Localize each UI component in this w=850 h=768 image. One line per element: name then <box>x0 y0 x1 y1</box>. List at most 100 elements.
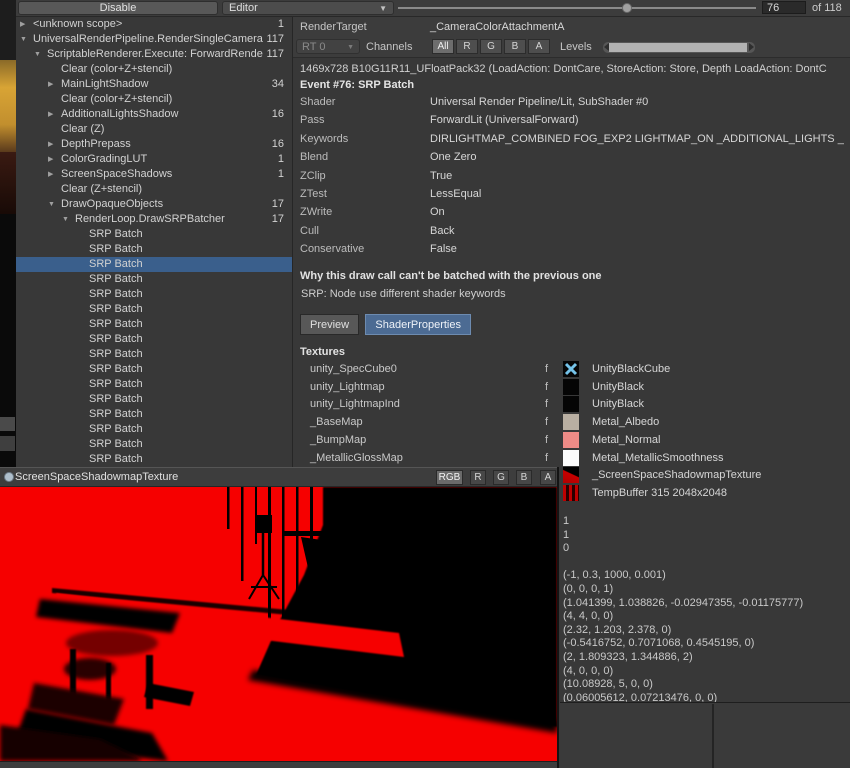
tree-row[interactable]: SRP Batch <box>16 437 292 452</box>
expand-arrow-icon[interactable]: ▶ <box>48 137 53 152</box>
frame-slider-handle[interactable] <box>622 3 632 13</box>
tree-row[interactable]: ▶MainLightShadow34 <box>16 77 292 92</box>
detail-value: Back <box>430 225 850 237</box>
tree-row[interactable]: SRP Batch <box>16 332 292 347</box>
tree-row[interactable]: Clear (Z) <box>16 122 292 137</box>
texture-thumbnail-white-icon[interactable] <box>563 450 579 466</box>
texture-preview-window: ScreenSpaceShadowmapTexture RGBRGBA <box>0 467 559 768</box>
tree-row[interactable]: ▶<unknown scope>1 <box>16 17 292 32</box>
tree-row[interactable]: SRP Batch <box>16 452 292 467</box>
collapse-arrow-icon[interactable]: ▼ <box>20 32 27 47</box>
tree-row[interactable]: SRP Batch <box>16 302 292 317</box>
tree-row[interactable]: SRP Batch <box>16 317 292 332</box>
tree-row-label: DrawOpaqueObjects <box>61 197 266 212</box>
texture-row[interactable]: unity_LightmapIndfUnityBlack <box>293 396 850 413</box>
detail-key: Shader <box>300 96 335 108</box>
channels-row: RT 0 ▼ Channels AllRGBA Levels <box>293 37 850 58</box>
frame-slider-track <box>398 7 756 9</box>
tree-row-label: SRP Batch <box>89 302 266 317</box>
tree-row[interactable]: ▶DepthPrepass16 <box>16 137 292 152</box>
preview-channel-button-a[interactable]: A <box>540 470 556 485</box>
rt-index-dropdown[interactable]: RT 0 ▼ <box>296 39 360 54</box>
channel-button-g[interactable]: G <box>480 39 502 54</box>
disable-button[interactable]: Disable <box>18 1 218 15</box>
tree-row-label: SRP Batch <box>89 257 266 272</box>
texture-thumbnail-tempbuffer-icon[interactable] <box>563 485 579 501</box>
tree-row[interactable]: ▼UniversalRenderPipeline.RenderSingleCam… <box>16 32 292 47</box>
texture-property-name: unity_Lightmap <box>310 381 385 393</box>
tree-row[interactable]: SRP Batch <box>16 362 292 377</box>
tree-row-label: SRP Batch <box>89 287 266 302</box>
tree-row-label: DepthPrepass <box>61 137 266 152</box>
texture-thumbnail-albedo-icon[interactable] <box>563 414 579 430</box>
frame-number-input[interactable]: 76 <box>762 1 806 14</box>
collapse-arrow-icon[interactable]: ▼ <box>48 197 55 212</box>
tree-row[interactable]: ▼DrawOpaqueObjects17 <box>16 197 292 212</box>
frame-slider[interactable] <box>398 0 758 16</box>
preview-channel-button-r[interactable]: R <box>470 470 486 485</box>
tree-row-label: SRP Batch <box>89 332 266 347</box>
tree-row[interactable]: ▶AdditionalLightsShadow16 <box>16 107 292 122</box>
tree-row[interactable]: SRP Batch <box>16 287 292 302</box>
expand-arrow-icon[interactable]: ▶ <box>20 17 25 32</box>
expand-arrow-icon[interactable]: ▶ <box>48 107 53 122</box>
tree-row-count: 1 <box>278 152 284 167</box>
tree-row[interactable]: ▶ColorGradingLUT1 <box>16 152 292 167</box>
tree-row[interactable]: ▶ScreenSpaceShadows1 <box>16 167 292 182</box>
texture-row[interactable]: _BaseMapfMetal_Albedo <box>293 414 850 431</box>
preview-titlebar[interactable]: ScreenSpaceShadowmapTexture RGBRGBA <box>0 467 557 487</box>
detail-row: ConservativeFalse <box>293 243 850 261</box>
tree-row[interactable]: SRP Batch <box>16 347 292 362</box>
texture-row[interactable]: _MetallicGlossMapfMetal_MetallicSmoothne… <box>293 450 850 467</box>
levels-slider-right-cap[interactable] <box>749 43 754 51</box>
expand-arrow-icon[interactable]: ▶ <box>48 167 53 182</box>
backdrop-yellow <box>0 60 16 152</box>
texture-thumbnail-black-icon[interactable] <box>563 396 579 412</box>
texture-row[interactable]: _BumpMapfMetal_Normal <box>293 432 850 449</box>
detail-key: Pass <box>300 114 324 126</box>
tree-row[interactable]: SRP Batch <box>16 272 292 287</box>
expand-arrow-icon[interactable]: ▶ <box>48 77 53 92</box>
texture-asset-name: UnityBlack <box>592 398 644 410</box>
preview-channel-button-g[interactable]: G <box>493 470 509 485</box>
tree-row[interactable]: ▼RenderLoop.DrawSRPBatcher17 <box>16 212 292 227</box>
levels-minmax-slider[interactable] <box>603 42 755 53</box>
texture-thumbnail-normal-icon[interactable] <box>563 432 579 448</box>
texture-row[interactable]: unity_SpecCube0fUnityBlackCube <box>293 361 850 378</box>
preview-channel-button-b[interactable]: B <box>516 470 532 485</box>
tab-shaderproperties[interactable]: ShaderProperties <box>365 314 471 335</box>
expand-arrow-icon[interactable]: ▶ <box>48 152 53 167</box>
tree-row[interactable]: ▼ScriptableRenderer.Execute: ForwardRend… <box>16 47 292 62</box>
tree-row[interactable]: SRP Batch <box>16 422 292 437</box>
collapse-arrow-icon[interactable]: ▼ <box>34 47 41 62</box>
tree-row[interactable]: SRP Batch <box>16 407 292 422</box>
detail-key: Blend <box>300 151 328 163</box>
tree-row[interactable]: SRP Batch <box>16 257 292 272</box>
tree-row[interactable]: Clear (color+Z+stencil) <box>16 92 292 107</box>
texture-asset-name: UnityBlack <box>592 381 644 393</box>
shader-values-block: 1 1 0 (-1, 0.3, 1000, 0.001) (0, 0, 0, 1… <box>563 515 850 705</box>
collapse-arrow-icon[interactable]: ▼ <box>62 212 69 227</box>
channel-button-all[interactable]: All <box>432 39 454 54</box>
channel-button-b[interactable]: B <box>504 39 526 54</box>
tree-row[interactable]: SRP Batch <box>16 377 292 392</box>
tree-row-label: MainLightShadow <box>61 77 266 92</box>
texture-thumbnail-black-icon[interactable] <box>563 379 579 395</box>
texture-row[interactable]: unity_LightmapfUnityBlack <box>293 379 850 396</box>
batch-break-title: Why this draw call can't be batched with… <box>300 270 602 282</box>
surface-info: 1469x728 B10G11R11_UFloatPack32 (LoadAct… <box>300 63 850 75</box>
preview-channel-button-rgb[interactable]: RGB <box>436 470 463 485</box>
channel-button-r[interactable]: R <box>456 39 478 54</box>
editor-dropdown[interactable]: Editor ▼ <box>222 1 394 15</box>
tree-row[interactable]: SRP Batch <box>16 242 292 257</box>
tree-row-label: RenderLoop.DrawSRPBatcher <box>75 212 266 227</box>
channel-button-a[interactable]: A <box>528 39 550 54</box>
tree-row[interactable]: SRP Batch <box>16 227 292 242</box>
tab-preview[interactable]: Preview <box>300 314 359 335</box>
texture-thumbnail-shadowmap-icon[interactable] <box>563 467 579 483</box>
texture-thumbnail-cube-black-icon[interactable] <box>563 361 579 377</box>
tree-row[interactable]: Clear (Z+stencil) <box>16 182 292 197</box>
tree-row-label: <unknown scope> <box>33 17 266 32</box>
tree-row[interactable]: SRP Batch <box>16 392 292 407</box>
tree-row[interactable]: Clear (color+Z+stencil) <box>16 62 292 77</box>
